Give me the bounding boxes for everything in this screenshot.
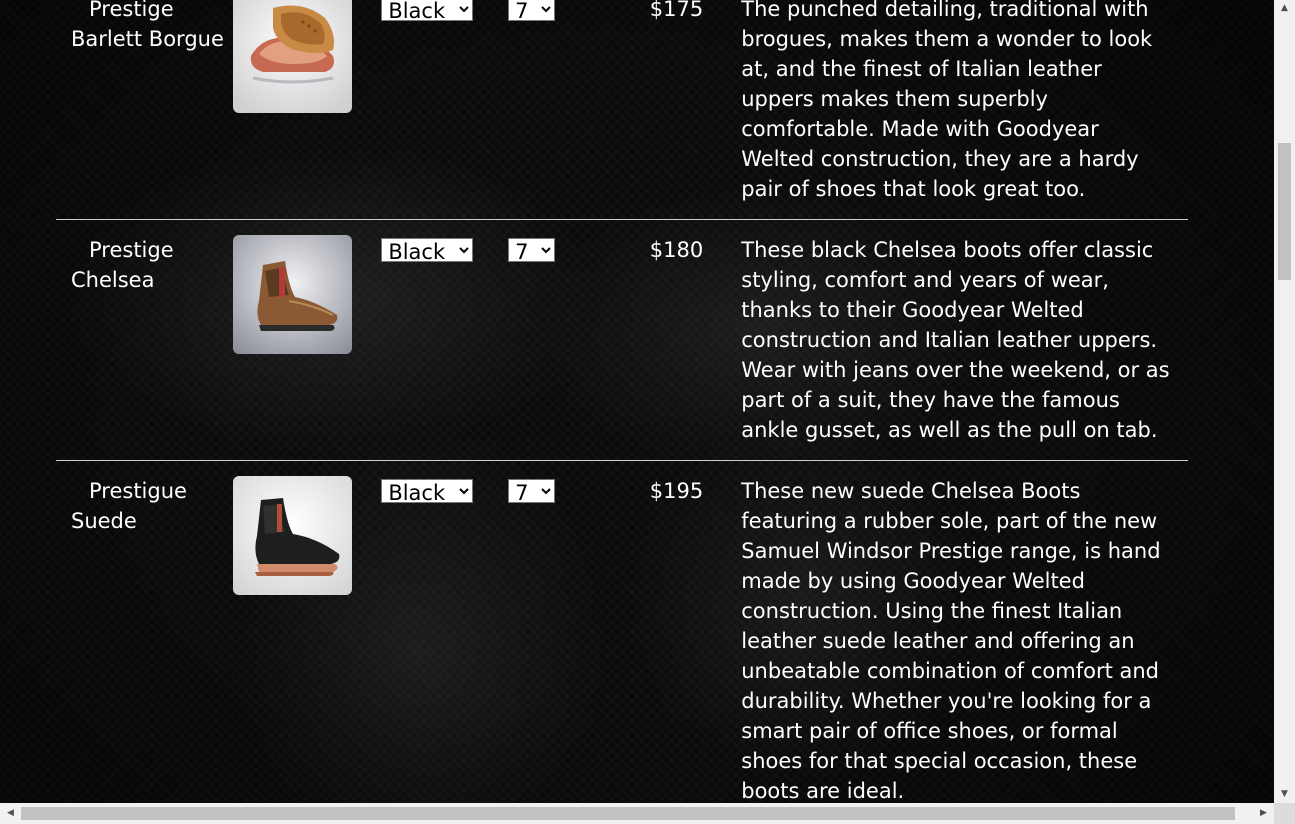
product-row: Prestige Chelsea Black 7 $180 These blac… [56,220,1188,461]
horizontal-scrollbar-thumb[interactable] [21,807,1235,820]
color-select[interactable]: Black [381,0,474,21]
scroll-down-arrow-icon[interactable]: ▼ [1274,786,1295,803]
color-select[interactable]: Black [381,479,474,503]
horizontal-scrollbar[interactable]: ◀ ▶ [0,803,1274,824]
product-name: Prestigue Suede [71,479,187,533]
scroll-left-arrow-icon[interactable]: ◀ [2,803,19,824]
product-price: $175 [649,0,704,21]
product-row: Prestigue Suede Black 7 $195 These new s… [56,461,1188,803]
scrollbar-corner [1274,803,1295,824]
product-description: These black Chelsea boots offer classic … [741,238,1170,442]
product-description: The punched detailing, traditional with … [741,0,1153,201]
size-select[interactable]: 7 [508,238,556,262]
size-select[interactable]: 7 [508,0,556,21]
black-suede-chelsea-boot-image [233,476,353,595]
product-description: These new suede Chelsea Boots featuring … [741,479,1161,803]
brown-chelsea-boot-image [233,235,353,354]
color-select[interactable]: Black [381,238,474,262]
product-name: Prestige Barlett Borgue [71,0,224,51]
vertical-scrollbar-thumb[interactable] [1278,143,1291,280]
product-row: Prestige Barlett Borgue Black 7 $175 The… [56,0,1188,220]
tan-brogue-shoe-image [233,0,353,113]
product-price: $180 [649,238,704,262]
product-name: Prestige Chelsea [71,238,174,292]
product-table: Prestige Barlett Borgue Black 7 $175 The… [56,0,1188,803]
scroll-up-arrow-icon[interactable]: ▲ [1274,0,1295,17]
vertical-scrollbar[interactable]: ▲ ▼ [1274,0,1295,803]
page-viewport: Prestige Barlett Borgue Black 7 $175 The… [0,0,1274,803]
size-select[interactable]: 7 [508,479,556,503]
product-price: $195 [649,479,704,503]
scroll-right-arrow-icon[interactable]: ▶ [1255,803,1272,824]
